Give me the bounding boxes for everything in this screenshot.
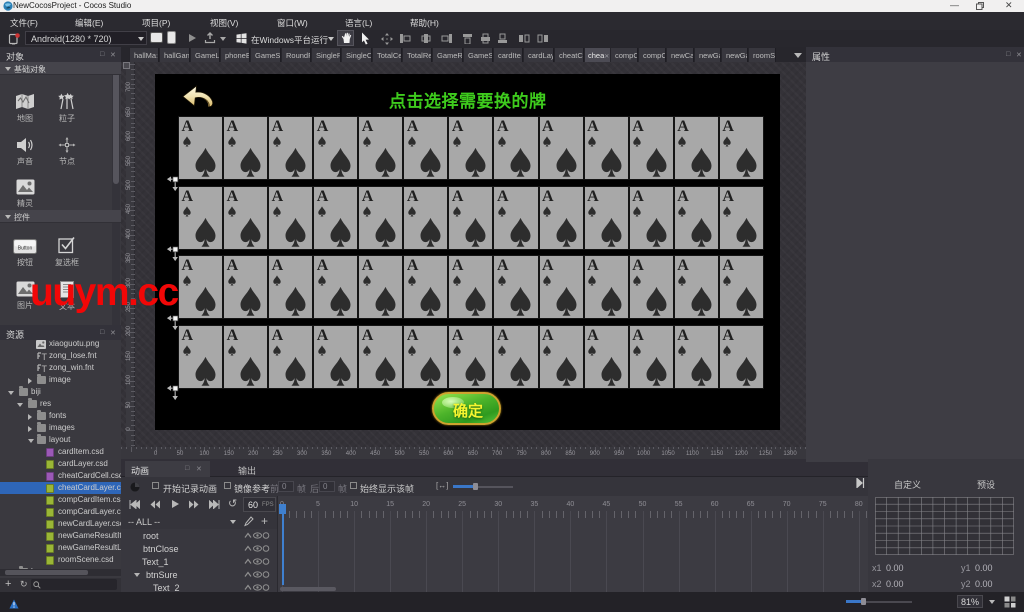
svg-text:T: T	[42, 364, 48, 373]
svg-text:T: T	[42, 352, 48, 361]
svg-text:Button: Button	[18, 246, 33, 252]
